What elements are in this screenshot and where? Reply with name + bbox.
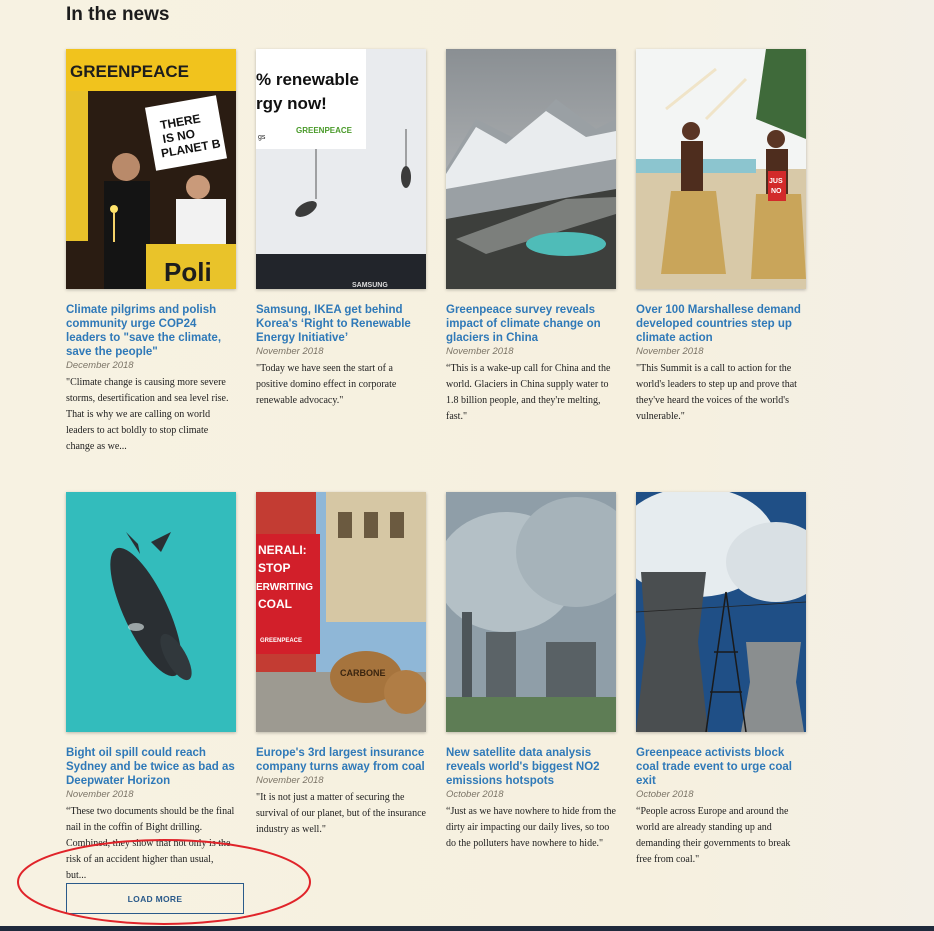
article-image[interactable]: NERALI: STOP ERWRITING COAL GREENPEACE C… <box>256 492 426 732</box>
article-image[interactable] <box>66 492 236 732</box>
image-text: NO <box>771 188 782 195</box>
article-date: November 2018 <box>636 346 704 357</box>
news-card: NERALI: STOP ERWRITING COAL GREENPEACE C… <box>256 492 426 838</box>
image-text: gs <box>258 134 266 141</box>
article-title-link[interactable]: Samsung, IKEA get behind Korea's ‘Right … <box>256 303 426 345</box>
marshall-islands-dance-image: JUS NO <box>636 49 806 289</box>
news-card: Greenpeace activists block coal trade ev… <box>636 492 806 868</box>
article-title-link[interactable]: New satellite data analysis reveals worl… <box>446 746 616 788</box>
article-title-link[interactable]: Climate pilgrims and polish community ur… <box>66 303 236 359</box>
image-text: ERWRITING <box>256 582 313 593</box>
cooling-towers-image <box>636 492 806 732</box>
image-text: Poli <box>164 257 212 287</box>
news-card: GREENPEACE THERE IS NO PLANET B Poli Cli… <box>66 49 236 455</box>
article-date: November 2018 <box>66 789 134 800</box>
article-date: November 2018 <box>256 346 324 357</box>
article-date: November 2018 <box>256 775 324 786</box>
image-text: GREENPEACE <box>260 638 302 644</box>
glacier-image <box>446 49 616 289</box>
article-image[interactable]: GREENPEACE THERE IS NO PLANET B Poli <box>66 49 236 289</box>
article-excerpt: “People across Europe and around the wor… <box>636 806 791 865</box>
article-date: October 2018 <box>446 789 504 800</box>
article-date: December 2018 <box>66 360 134 371</box>
load-more-button[interactable]: LOAD MORE <box>66 883 244 914</box>
article-excerpt: "This Summit is a call to action for the… <box>636 363 797 422</box>
image-text: SAMSUNG <box>352 282 388 289</box>
protest-night-image: GREENPEACE THERE IS NO PLANET B Poli <box>66 49 236 289</box>
news-card: Bight oil spill could reach Sydney and b… <box>66 492 236 884</box>
article-image[interactable] <box>636 492 806 732</box>
article-excerpt: "Today we have seen the start of a posit… <box>256 363 397 406</box>
news-card: New satellite data analysis reveals worl… <box>446 492 616 852</box>
article-title-link[interactable]: Bight oil spill could reach Sydney and b… <box>66 746 236 788</box>
section-title: In the news <box>66 4 170 25</box>
image-text: NERALI: <box>258 543 307 557</box>
image-text: JUS <box>769 178 783 185</box>
article-excerpt: "Climate change is causing more severe s… <box>66 377 229 452</box>
article-image[interactable]: JUS NO <box>636 49 806 289</box>
article-date: November 2018 <box>446 346 514 357</box>
banner-drop-image: % renewable rgy now! GREENPEACE gs SAMSU… <box>256 49 426 289</box>
article-image[interactable] <box>446 492 616 732</box>
news-card: % renewable rgy now! GREENPEACE gs SAMSU… <box>256 49 426 409</box>
image-text: rgy now! <box>256 94 327 113</box>
article-date: October 2018 <box>636 789 694 800</box>
whale-aerial-image <box>66 492 236 732</box>
article-excerpt: "It is not just a matter of securing the… <box>256 792 426 835</box>
article-excerpt: “Just as we have nowhere to hide from th… <box>446 806 616 849</box>
power-plant-smog-image <box>446 492 616 732</box>
article-image[interactable] <box>446 49 616 289</box>
image-text: GREENPEACE <box>70 62 189 81</box>
image-text: STOP <box>258 561 290 575</box>
news-card: JUS NO Over 100 Marshallese demand devel… <box>636 49 806 425</box>
image-text: COAL <box>258 597 292 611</box>
footer-strip <box>0 926 934 931</box>
coal-protest-image: NERALI: STOP ERWRITING COAL GREENPEACE C… <box>256 492 426 732</box>
image-text: % renewable <box>256 70 359 89</box>
article-title-link[interactable]: Greenpeace activists block coal trade ev… <box>636 746 806 788</box>
image-text: GREENPEACE <box>296 126 353 135</box>
image-text: CARBONE <box>340 668 386 678</box>
article-image[interactable]: % renewable rgy now! GREENPEACE gs SAMSU… <box>256 49 426 289</box>
article-title-link[interactable]: Europe's 3rd largest insurance company t… <box>256 746 426 774</box>
article-title-link[interactable]: Greenpeace survey reveals impact of clim… <box>446 303 616 345</box>
news-card: Greenpeace survey reveals impact of clim… <box>446 49 616 425</box>
article-title-link[interactable]: Over 100 Marshallese demand developed co… <box>636 303 806 345</box>
article-excerpt: “This is a wake-up call for China and th… <box>446 363 611 422</box>
article-excerpt: “These two documents should be the final… <box>66 806 235 881</box>
